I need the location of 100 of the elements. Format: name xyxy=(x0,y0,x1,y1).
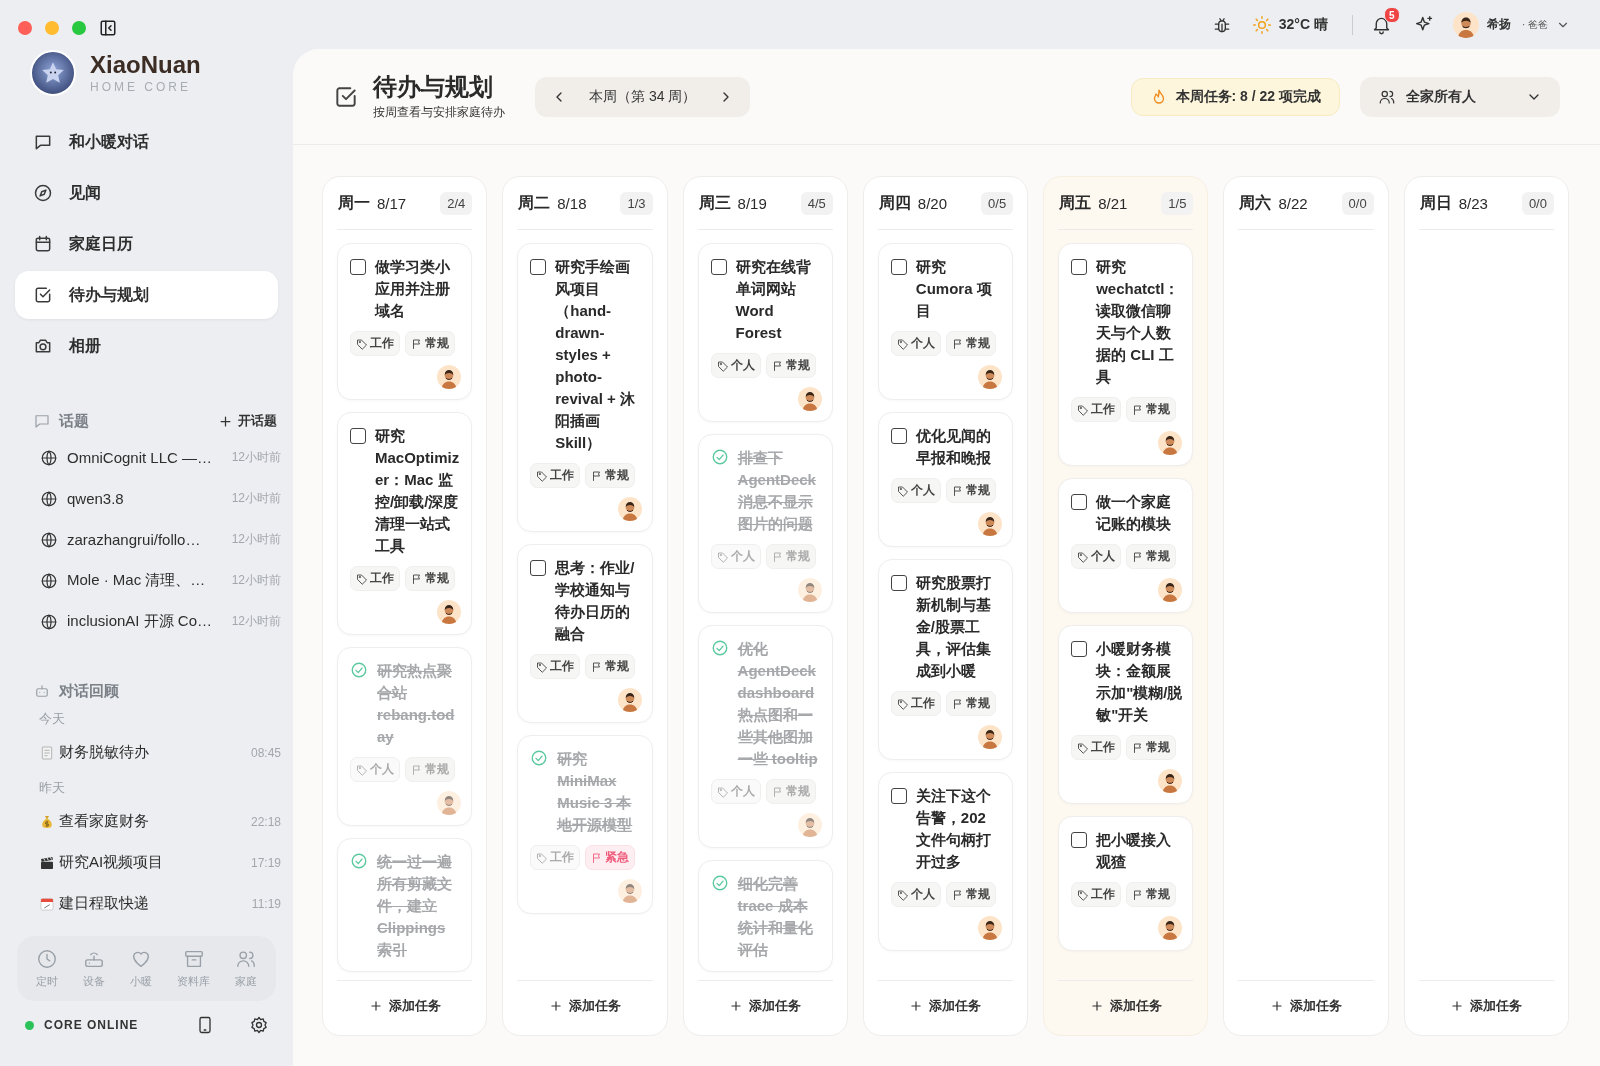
task-card[interactable]: 思考：作业/学校通知与待办日历的融合 工作 常规 xyxy=(517,544,653,723)
task-card[interactable]: 把小暖接入观猹 工作 常规 xyxy=(1058,816,1194,951)
date-label: 8/19 xyxy=(737,194,768,212)
completion-count: 1/5 xyxy=(1161,191,1194,215)
completed-checkbox[interactable] xyxy=(710,448,729,466)
add-task-button[interactable]: 添加任务 xyxy=(1266,993,1347,1019)
topic-item[interactable]: OmniCognit LLC —… 12小时前 xyxy=(40,437,281,478)
add-task-button[interactable]: 添加任务 xyxy=(364,993,445,1019)
sidebar-toggle-icon[interactable] xyxy=(99,19,117,37)
weekday-label: 周日 xyxy=(1419,192,1452,213)
flag-icon xyxy=(771,785,784,798)
completed-checkbox[interactable] xyxy=(530,749,549,767)
add-task-button[interactable]: 添加任务 xyxy=(905,993,986,1019)
camera-icon xyxy=(33,336,53,356)
tag-label: 常规 xyxy=(965,886,990,903)
checkbox[interactable] xyxy=(1071,832,1088,848)
task-title: 细化完善 trace 成本统计和量化评估 xyxy=(737,874,814,960)
history-item[interactable]: 研究AI视频项目 17:19 xyxy=(39,842,281,883)
plus-icon xyxy=(1089,999,1104,1013)
settings-icon[interactable] xyxy=(249,1015,269,1035)
member-filter-dropdown[interactable]: 全家所有人 xyxy=(1360,76,1560,117)
task-card[interactable]: 研究 wechatctl：读取微信聊天与个人数据的 CLI 工具 工作 常规 xyxy=(1058,243,1194,466)
tag-label: 常规 xyxy=(1146,739,1171,756)
archive-box-icon xyxy=(182,948,205,970)
task-card[interactable]: 做一个家庭记账的模块 个人 常规 xyxy=(1058,478,1194,613)
task-card[interactable]: 研究 Cumora 项目 个人 常规 xyxy=(877,243,1014,400)
add-task-button[interactable]: 添加任务 xyxy=(725,993,806,1019)
task-title: 做学习类小应用并注册域名 xyxy=(375,257,451,321)
task-title: 研究手绘画风项目（hand-drawn-styles + photo-revival + 沐阳插画 Skill） xyxy=(555,257,636,453)
history-item[interactable]: 建日程取快递 11:19 xyxy=(39,883,281,924)
new-topic-button[interactable]: 开话题 xyxy=(218,412,277,430)
checkbox[interactable] xyxy=(1071,259,1088,275)
task-card[interactable]: 小暖财务模块：金额展示加"模糊/脱敏"开关 工作 常规 xyxy=(1058,625,1194,804)
checkbox[interactable] xyxy=(350,259,366,275)
tag-icon xyxy=(716,359,729,372)
checkbox[interactable] xyxy=(530,259,547,275)
user-name: 希扬 xyxy=(1486,16,1511,33)
tag-label: 常规 xyxy=(425,335,449,352)
tag-label: 个人 xyxy=(730,783,755,800)
checkbox[interactable] xyxy=(890,428,907,444)
task-card[interactable]: 做学习类小应用并注册域名 工作 常规 xyxy=(337,243,473,400)
tag-label: 个人 xyxy=(910,886,935,903)
topic-item[interactable]: qwen3.8 12小时前 xyxy=(40,478,281,519)
task-card[interactable]: 研究 MacOptimizer：Mac 监控/卸载/深度清理一站式工具 工作 常规 xyxy=(337,412,473,635)
completed-checkbox[interactable] xyxy=(710,639,729,657)
checkbox[interactable] xyxy=(1071,494,1088,510)
tag-label: 个人 xyxy=(1091,548,1116,565)
completed-checkbox[interactable] xyxy=(710,874,729,892)
history-time: 11:19 xyxy=(251,896,281,911)
nav-item[interactable]: 见闻 xyxy=(15,169,278,217)
nav-item[interactable]: 待办与规划 xyxy=(15,271,278,319)
add-task-button[interactable]: 添加任务 xyxy=(1446,993,1527,1019)
money-bag-icon xyxy=(39,813,55,830)
tag-icon xyxy=(896,697,909,710)
avatar-icon xyxy=(1452,11,1479,38)
task-card[interactable]: 关注下这个告警，202 文件句柄打开过多 个人 常规 xyxy=(877,772,1014,951)
people-icon xyxy=(235,948,258,970)
plus-icon xyxy=(1270,999,1285,1013)
task-card[interactable]: 研究在线背单词网站 Word Forest 个人 常规 xyxy=(697,243,833,422)
task-title: 做一个家庭记账的模块 xyxy=(1096,492,1173,534)
completed-checkbox[interactable] xyxy=(350,852,368,870)
tag-icon xyxy=(536,851,549,864)
avatar-icon xyxy=(797,578,822,602)
sun-icon xyxy=(1251,14,1272,35)
weekday-label: 周五 xyxy=(1059,192,1092,213)
completed-checkbox[interactable] xyxy=(350,661,368,679)
nav-item[interactable]: 家庭日历 xyxy=(15,220,278,268)
tag-label: 工作 xyxy=(370,570,394,587)
weekday-label: 周二 xyxy=(518,192,551,213)
checkbox[interactable] xyxy=(710,259,727,275)
add-task-button[interactable]: 添加任务 xyxy=(544,993,625,1019)
avatar-icon xyxy=(978,725,1003,749)
globe-icon xyxy=(40,489,58,508)
task-card[interactable]: 研究股票打新机制与基金/股票工具，评估集成到小暖 工作 常规 xyxy=(877,559,1014,760)
checkbox[interactable] xyxy=(350,428,366,444)
checkbox[interactable] xyxy=(530,560,547,576)
topic-item[interactable]: zarazhangrui/follo… 12小时前 xyxy=(40,519,281,560)
tag-label: 常规 xyxy=(965,482,990,499)
topic-item[interactable]: inclusionAI 开源 Co… 12小时前 xyxy=(40,601,281,642)
app-subtitle: HOME CORE xyxy=(90,80,192,94)
tag-icon xyxy=(1077,550,1090,563)
checkbox[interactable] xyxy=(890,788,907,804)
checkbox[interactable] xyxy=(890,259,907,275)
topic-item[interactable]: Mole · Mac 清理、… 12小时前 xyxy=(40,560,281,601)
checkbox[interactable] xyxy=(890,575,907,591)
tag-label: 工作 xyxy=(1091,739,1116,756)
nav-item[interactable]: 相册 xyxy=(15,322,278,370)
history-item[interactable]: 财务脱敏待办 08:45 xyxy=(39,732,281,773)
nav-item[interactable]: 和小暖对话 xyxy=(15,118,278,166)
task-card[interactable]: 优化见闻的早报和晚报 个人 常规 xyxy=(877,412,1014,547)
clapperboard-icon xyxy=(39,854,55,871)
status-label: CORE ONLINE xyxy=(44,1018,140,1032)
close-button[interactable] xyxy=(18,21,32,35)
task-title: 把小暖接入观猹 xyxy=(1096,830,1173,872)
task-card[interactable]: 研究手绘画风项目（hand-drawn-styles + photo-revival + 沐阳插画 Skill） 工作 常规 xyxy=(517,243,653,532)
task-title: 优化见闻的早报和晚报 xyxy=(915,426,992,468)
add-task-button[interactable]: 添加任务 xyxy=(1085,993,1166,1019)
checkbox[interactable] xyxy=(1071,641,1088,657)
tag-icon xyxy=(536,660,549,673)
history-item[interactable]: 查看家庭财务 22:18 xyxy=(39,801,281,842)
